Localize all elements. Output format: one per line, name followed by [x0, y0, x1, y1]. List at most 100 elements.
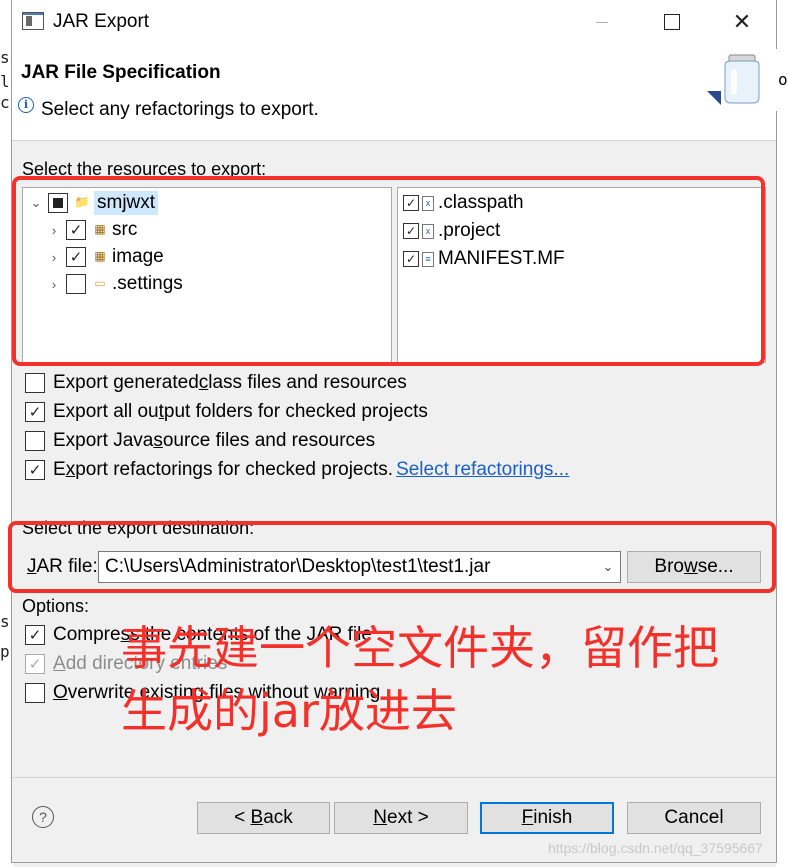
file-item-label: .classpath [438, 192, 524, 213]
chevron-down-icon[interactable]: ⌄ [595, 551, 621, 583]
file-item-classpath[interactable]: ✓ x .classpath [400, 190, 524, 216]
button-label: < [234, 807, 251, 828]
maximize-button[interactable] [642, 0, 702, 44]
compress-checkbox[interactable]: ✓ [25, 625, 45, 645]
option-label: Export all ou [53, 401, 159, 422]
annotation-text-line2: 生成的jar放进去 [121, 684, 457, 738]
option-mnemonic: s [153, 430, 163, 451]
bg-text-right: o [778, 70, 788, 89]
annotation-text-line1: 事先建一个空文件夹，留作把 [121, 621, 719, 675]
resource-file-list[interactable]: ✓ x .classpath ✓ x .project ✓ ≡ MANIFEST… [397, 187, 766, 363]
next-button[interactable]: Next > [334, 802, 468, 834]
option-mnemonic: O [53, 682, 68, 703]
chevron-right-icon[interactable]: › [47, 277, 61, 292]
info-icon: i [18, 97, 34, 113]
button-label: Cancel [664, 807, 724, 828]
file-checkbox-project[interactable]: ✓ [403, 223, 419, 239]
directory-entries-checkbox: ✓ [25, 654, 45, 674]
window-title: JAR Export [53, 11, 150, 32]
file-item-project[interactable]: ✓ x .project [400, 218, 500, 244]
button-bar-separator [12, 777, 776, 778]
back-button[interactable]: < Back [197, 802, 330, 834]
button-mnemonic: w [683, 556, 698, 577]
file-item-label: .project [438, 220, 501, 241]
page-title: JAR File Specification [21, 62, 221, 83]
source-folder-icon: ▦ [94, 222, 106, 236]
wizard-header: JAR File Specification i Select any refa… [12, 44, 777, 141]
jar-wizard-icon [707, 49, 777, 111]
resource-tree[interactable]: ⌄ 📁 smjwxt › ✓ ▦ src › ✓ ▦ image › ▭ .se… [22, 187, 392, 363]
option-label: ource files and resources [162, 430, 376, 451]
option-label: put folders for checked projects [163, 401, 428, 422]
folder-icon: ▭ [94, 276, 106, 290]
watermark: https://blog.csdn.net/qq_37595667 [548, 840, 763, 856]
file-item-label: MANIFEST.MF [438, 248, 565, 269]
tree-item-image[interactable]: › ✓ ▦ image [47, 244, 164, 270]
button-mnemonic: B [250, 807, 264, 828]
jar-label-text: AR file: [36, 556, 98, 577]
button-mnemonic: F [521, 807, 534, 828]
option-label: Export generated [53, 372, 199, 393]
bg-text-5: p [0, 642, 10, 661]
text-file-icon: ≡ [422, 251, 434, 267]
button-mnemonic: N [373, 807, 387, 828]
window-app-icon [22, 12, 44, 30]
option-label: lass files and resources [208, 372, 407, 393]
option-mnemonic: A [53, 653, 66, 674]
chevron-right-icon[interactable]: › [47, 223, 61, 238]
export-refactorings-checkbox[interactable]: ✓ [25, 460, 45, 480]
page-message: Select any refactorings to export. [41, 99, 319, 120]
source-folder-icon: ▦ [94, 249, 106, 263]
tree-item-src[interactable]: › ✓ ▦ src [47, 217, 137, 243]
export-output-folders-option[interactable]: ✓ Export all ou t put folders for checked … [25, 399, 428, 425]
destination-label: Select the export destination: [22, 518, 255, 538]
resources-label: Select the resources to export: [22, 159, 267, 179]
tree-item-label: image [112, 246, 164, 267]
export-output-folders-checkbox[interactable]: ✓ [25, 402, 45, 422]
help-icon[interactable]: ? [32, 806, 54, 828]
tree-item-label: .settings [112, 273, 183, 294]
tree-checkbox-smjwxt[interactable] [48, 193, 68, 213]
export-class-files-option[interactable]: Export generated c lass files and resourc… [25, 370, 407, 396]
tree-checkbox-settings[interactable] [66, 274, 86, 294]
finish-button[interactable]: Finish [480, 802, 614, 834]
select-refactorings-link[interactable]: Select refactorings... [396, 459, 569, 481]
options-label: Options: [22, 596, 90, 616]
export-java-source-checkbox[interactable] [25, 431, 45, 451]
background-window-right: o [776, 0, 788, 867]
chevron-down-icon[interactable]: ⌄ [29, 195, 43, 211]
tree-checkbox-image[interactable]: ✓ [66, 247, 86, 267]
export-class-files-checkbox[interactable] [25, 373, 45, 393]
export-java-source-option[interactable]: Export Java s ource files and resources [25, 428, 375, 454]
option-label: Compre [53, 624, 121, 645]
tree-item-smjwxt[interactable]: ⌄ 📁 smjwxt [29, 190, 159, 216]
chevron-right-icon[interactable]: › [47, 250, 61, 265]
tree-item-label: smjwxt [94, 191, 159, 215]
option-label: port refactorings for checked projects. [75, 459, 394, 480]
button-label: ext > [387, 807, 429, 828]
close-button[interactable]: ✕ [712, 0, 772, 44]
option-mnemonic: c [198, 372, 209, 393]
project-icon: 📁 [74, 195, 90, 209]
jar-label-mnemonic: J [27, 556, 37, 577]
xml-file-icon: x [422, 195, 434, 211]
button-label: ack [263, 807, 293, 828]
option-label: Export Java [53, 430, 154, 451]
button-label: inish [533, 807, 573, 828]
option-label: E [53, 459, 66, 480]
file-checkbox-classpath[interactable]: ✓ [403, 195, 419, 211]
file-item-manifest[interactable]: ✓ ≡ MANIFEST.MF [400, 246, 565, 272]
minimize-button[interactable] [572, 0, 632, 44]
title-bar: JAR Export ✕ [12, 0, 776, 44]
option-mnemonic: x [65, 459, 76, 480]
file-checkbox-manifest[interactable]: ✓ [403, 251, 419, 267]
overwrite-checkbox[interactable] [25, 683, 45, 703]
cancel-button[interactable]: Cancel [627, 802, 761, 834]
jar-file-label: JAR file: [27, 556, 98, 578]
tree-checkbox-src[interactable]: ✓ [66, 220, 86, 240]
tree-item-settings[interactable]: › ▭ .settings [47, 271, 183, 297]
xml-file-icon: x [422, 223, 434, 239]
jar-file-combo[interactable]: C:\Users\Administrator\Desktop\test1\tes… [98, 551, 621, 583]
export-refactorings-option[interactable]: ✓ Ex port refactorings for checked projec… [25, 457, 569, 483]
browse-button[interactable]: Bro w se... [627, 551, 761, 583]
